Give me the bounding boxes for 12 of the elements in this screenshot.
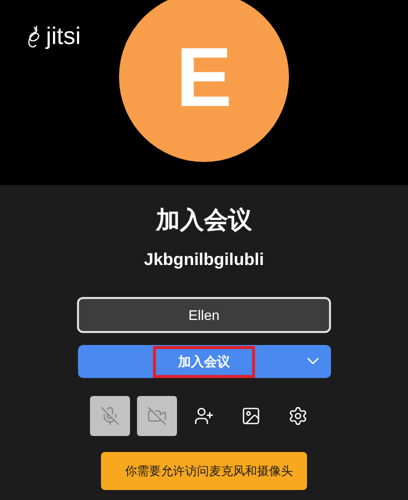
page-title: 加入会议 [156,206,252,236]
camera-off-icon [147,406,167,426]
permission-warning: 你需要允许访问麦克风和摄像头 [101,452,307,490]
settings-icon [288,406,308,426]
logo-text: jitsi [46,25,81,49]
name-field[interactable]: Ellen [77,297,331,333]
mic-off-icon [100,406,120,426]
logo-icon [26,24,42,50]
avatar: E [119,0,289,162]
add-person-icon [194,406,214,426]
meeting-name: Jkbgnilbgilubli [144,249,264,271]
image-icon [241,406,261,426]
